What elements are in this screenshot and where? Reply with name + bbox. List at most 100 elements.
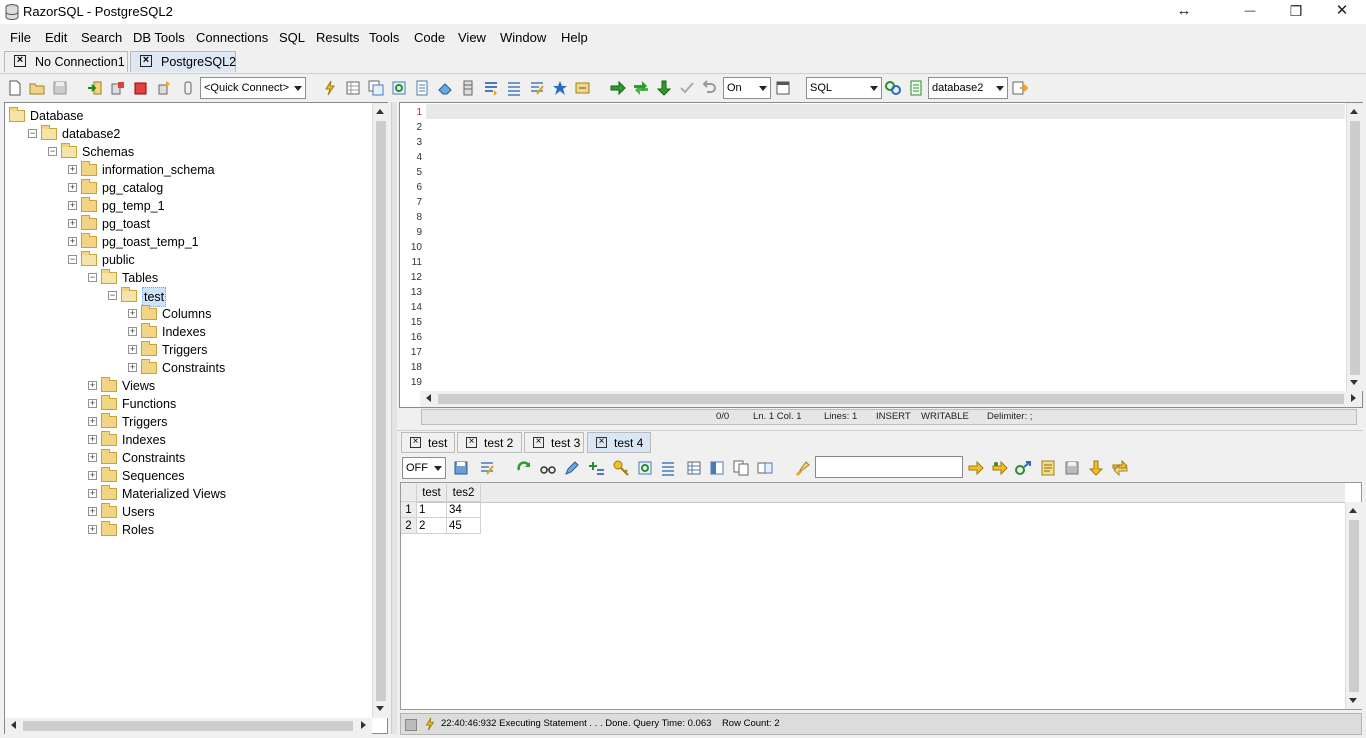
collapse-icon[interactable]: − bbox=[28, 129, 37, 138]
scroll-thumb[interactable] bbox=[376, 121, 386, 711]
commit-check-icon[interactable] bbox=[679, 80, 695, 96]
menu-help[interactable]: Help bbox=[561, 30, 588, 45]
expand-icon[interactable]: + bbox=[128, 345, 137, 354]
connect-icon[interactable] bbox=[87, 80, 103, 96]
expand-icon[interactable]: + bbox=[128, 363, 137, 372]
rollback-icon[interactable] bbox=[702, 80, 718, 96]
resize-arrows-icon[interactable]: ↔ bbox=[1161, 0, 1207, 24]
table-cell[interactable]: 2 bbox=[417, 518, 447, 534]
expand-icon[interactable]: + bbox=[88, 489, 97, 498]
menu-tools[interactable]: Tools bbox=[369, 30, 399, 45]
find-all-icon[interactable] bbox=[992, 460, 1008, 476]
refresh-results-icon[interactable] bbox=[516, 460, 532, 476]
notes-icon[interactable] bbox=[1040, 460, 1056, 476]
highlight-icon[interactable] bbox=[794, 460, 810, 476]
menu-window[interactable]: Window bbox=[500, 30, 546, 45]
menu-results[interactable]: Results bbox=[316, 30, 359, 45]
table-cell[interactable]: 1 bbox=[417, 502, 447, 518]
save-disk-icon[interactable] bbox=[1064, 460, 1080, 476]
result-tab-test[interactable]: × test bbox=[401, 432, 455, 453]
close-tab-icon[interactable]: × bbox=[596, 437, 607, 448]
open-folder-icon[interactable] bbox=[29, 80, 45, 96]
scroll-down-button[interactable] bbox=[1347, 375, 1362, 390]
save-results-icon[interactable] bbox=[453, 460, 469, 476]
scroll-thumb[interactable] bbox=[438, 394, 1344, 404]
expand-icon[interactable]: + bbox=[88, 435, 97, 444]
row-number[interactable]: 2 bbox=[401, 518, 417, 534]
key-icon[interactable] bbox=[613, 460, 629, 476]
disconnect-icon[interactable] bbox=[110, 80, 126, 96]
expand-icon[interactable]: + bbox=[68, 165, 77, 174]
expand-icon[interactable]: + bbox=[88, 471, 97, 480]
row-number[interactable]: 1 bbox=[401, 502, 417, 518]
scroll-up-button[interactable] bbox=[1346, 503, 1361, 518]
expand-icon[interactable]: + bbox=[128, 309, 137, 318]
results-vertical-scrollbar[interactable] bbox=[1345, 502, 1362, 709]
execute-arrow-icon[interactable] bbox=[610, 80, 626, 96]
grid-icon[interactable] bbox=[686, 460, 702, 476]
edit-pencil-icon[interactable] bbox=[564, 460, 580, 476]
table-cell[interactable]: 45 bbox=[447, 518, 481, 534]
expand-icon[interactable]: + bbox=[88, 525, 97, 534]
find-next-arrow-icon[interactable] bbox=[968, 460, 984, 476]
expand-icon[interactable]: + bbox=[88, 399, 97, 408]
document-icon[interactable] bbox=[414, 80, 430, 96]
scroll-left-button[interactable] bbox=[6, 718, 21, 733]
star-icon[interactable] bbox=[552, 80, 568, 96]
scroll-down-button[interactable] bbox=[373, 701, 388, 716]
minimize-button[interactable]: — bbox=[1227, 0, 1273, 24]
editor-vertical-scrollbar[interactable] bbox=[1346, 103, 1363, 391]
menu-sql[interactable]: SQL bbox=[279, 30, 305, 45]
sql-editor[interactable]: 1 2 3 4 5 6 7 8 9 10 11 12 13 14 15 16 17 18 19 bbox=[399, 102, 1363, 408]
expand-icon[interactable]: + bbox=[68, 183, 77, 192]
script-icon[interactable] bbox=[575, 80, 591, 96]
menu-file[interactable]: File bbox=[10, 30, 31, 45]
reload-table-icon[interactable] bbox=[637, 460, 653, 476]
reconnect-icon[interactable] bbox=[156, 80, 172, 96]
swap-icon[interactable] bbox=[1112, 460, 1128, 476]
expand-icon[interactable]: + bbox=[68, 219, 77, 228]
results-filter-input[interactable] bbox=[815, 456, 963, 478]
result-tab-test-2[interactable]: × test 2 bbox=[457, 432, 522, 453]
lightning-icon[interactable] bbox=[322, 80, 338, 96]
menu-db-tools[interactable]: DB Tools bbox=[133, 30, 185, 45]
disconnect-all-icon[interactable] bbox=[133, 80, 149, 96]
format-results-icon[interactable] bbox=[479, 460, 495, 476]
expand-icon[interactable]: + bbox=[68, 237, 77, 246]
column-header-test[interactable]: test bbox=[417, 484, 447, 502]
result-tab-test-4[interactable]: × test 4 bbox=[587, 432, 651, 453]
add-row-icon[interactable] bbox=[589, 460, 605, 476]
close-button[interactable]: ✕ bbox=[1319, 0, 1365, 24]
copy-table-icon[interactable] bbox=[368, 80, 384, 96]
compare-icon[interactable] bbox=[757, 460, 773, 476]
menu-edit[interactable]: Edit bbox=[45, 30, 67, 45]
down-arrow-icon[interactable] bbox=[656, 80, 672, 96]
table-cell[interactable]: 34 bbox=[447, 502, 481, 518]
column-header-tes2[interactable]: tes2 bbox=[447, 484, 481, 502]
autocommit-select[interactable]: On bbox=[723, 77, 771, 99]
scroll-thumb[interactable] bbox=[1349, 520, 1359, 692]
copy-icon[interactable] bbox=[733, 460, 749, 476]
collapse-icon[interactable]: − bbox=[68, 255, 77, 264]
tree-horizontal-scrollbar[interactable] bbox=[5, 718, 372, 734]
quick-connect-select[interactable]: <Quick Connect> bbox=[200, 77, 306, 99]
indent-icon[interactable] bbox=[483, 80, 499, 96]
table-icon[interactable] bbox=[345, 80, 361, 96]
execute-batch-icon[interactable] bbox=[633, 80, 649, 96]
scroll-up-button[interactable] bbox=[373, 104, 388, 119]
scroll-thumb[interactable] bbox=[1350, 121, 1360, 375]
editor-horizontal-scrollbar[interactable] bbox=[420, 391, 1362, 407]
close-tab-icon[interactable]: × bbox=[466, 437, 477, 448]
database-icon[interactable] bbox=[460, 80, 476, 96]
menu-code[interactable]: Code bbox=[414, 30, 445, 45]
close-tab-icon[interactable]: × bbox=[14, 55, 26, 67]
transfer-icon[interactable] bbox=[885, 80, 901, 96]
align-icon[interactable] bbox=[506, 80, 522, 96]
scroll-right-button[interactable] bbox=[356, 718, 371, 733]
scroll-right-button[interactable] bbox=[1346, 391, 1361, 406]
panel-splitter[interactable] bbox=[391, 102, 397, 734]
close-tab-icon[interactable]: × bbox=[410, 437, 421, 448]
close-tab-icon[interactable]: × bbox=[533, 437, 544, 448]
format-icon[interactable] bbox=[529, 80, 545, 96]
scroll-up-button[interactable] bbox=[1347, 104, 1362, 119]
